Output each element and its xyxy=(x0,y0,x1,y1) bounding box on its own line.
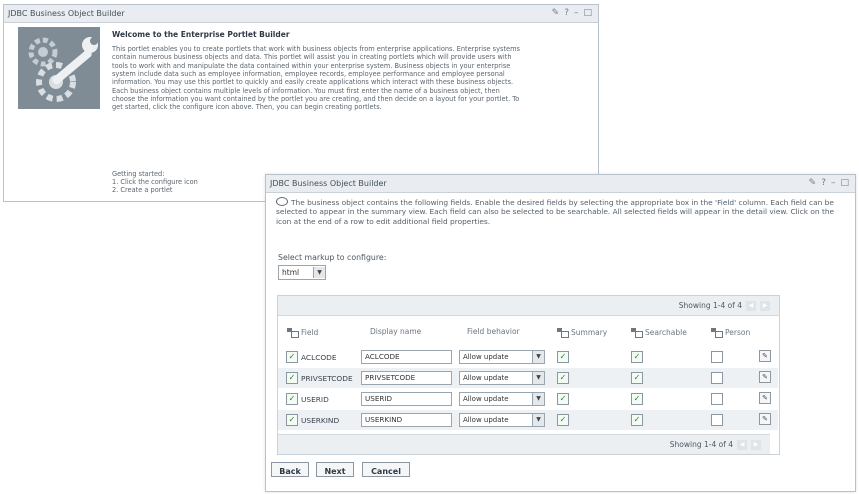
instructions-text: The business object contains the followi… xyxy=(276,198,835,226)
table-row: ✓ USERKIND USERKIND Allow update ▼ ✓ ✓ ✎ xyxy=(278,410,778,430)
field-enabled-checkbox[interactable]: ✓ xyxy=(286,372,298,384)
portlet-titlebar: JDBC Business Object Builder ✎ ? – □ xyxy=(4,5,598,23)
col-person[interactable]: Person xyxy=(711,327,751,338)
cancel-button[interactable]: Cancel xyxy=(362,462,410,477)
next-page-icon[interactable]: ▶ xyxy=(751,439,761,450)
next-button[interactable]: Next xyxy=(316,462,354,477)
table-row: ✓ USERID USERID Allow update ▼ ✓ ✓ ✎ xyxy=(278,389,778,409)
edit-properties-icon[interactable]: ✎ xyxy=(759,413,771,425)
edit-properties-icon[interactable]: ✎ xyxy=(759,350,771,362)
summary-checkbox[interactable]: ✓ xyxy=(557,372,569,384)
field-behavior-select[interactable]: Allow update ▼ xyxy=(459,350,545,364)
field-name: PRIVSETCODE xyxy=(301,374,353,383)
help-icon[interactable]: ? xyxy=(821,179,826,188)
chevron-down-icon[interactable]: ▼ xyxy=(313,267,325,278)
info-bubble-icon xyxy=(276,197,288,206)
table-header: Field Display name Field behavior Summar… xyxy=(278,327,779,341)
person-checkbox[interactable] xyxy=(711,414,723,426)
prev-page-icon[interactable]: ◀ xyxy=(737,439,747,450)
paging-status: Showing 1-4 of 4 xyxy=(678,301,742,310)
col-summary-label: Summary xyxy=(571,328,608,337)
col-display-name: Display name xyxy=(370,327,422,336)
next-page-icon[interactable]: ▶ xyxy=(760,300,770,311)
searchable-checkbox[interactable]: ✓ xyxy=(631,372,643,384)
markup-label: Select markup to configure: xyxy=(278,253,387,262)
configure-icon[interactable]: ✎ xyxy=(552,9,560,18)
field-behavior-select[interactable]: Allow update ▼ xyxy=(459,392,545,406)
summary-checkbox[interactable]: ✓ xyxy=(557,351,569,363)
display-name-input[interactable]: ACLCODE xyxy=(361,350,452,364)
searchable-checkbox[interactable]: ✓ xyxy=(631,414,643,426)
table-paging-bottom: Showing 1-4 of 4 ◀ ▶ xyxy=(278,434,770,454)
paging-status: Showing 1-4 of 4 xyxy=(669,440,733,449)
help-icon[interactable]: ? xyxy=(564,9,569,18)
table-row: ✓ ACLCODE ACLCODE Allow update ▼ ✓ ✓ ✎ xyxy=(278,347,778,367)
back-button[interactable]: Back xyxy=(271,462,309,477)
field-behavior-select[interactable]: Allow update ▼ xyxy=(459,413,545,427)
minimize-icon[interactable]: – xyxy=(831,179,836,188)
sort-icon xyxy=(557,327,569,338)
instructions: The business object contains the followi… xyxy=(276,197,844,226)
field-name: USERKIND xyxy=(301,416,340,425)
field-name: ACLCODE xyxy=(301,353,337,362)
edit-properties-icon[interactable]: ✎ xyxy=(759,371,771,383)
chevron-down-icon[interactable]: ▼ xyxy=(532,414,544,426)
maximize-icon[interactable]: □ xyxy=(840,179,849,188)
searchable-checkbox[interactable]: ✓ xyxy=(631,351,643,363)
edit-properties-icon[interactable]: ✎ xyxy=(759,392,771,404)
field-name: USERID xyxy=(301,395,329,404)
display-name-input[interactable]: USERKIND xyxy=(361,413,452,427)
col-field[interactable]: Field xyxy=(287,327,319,338)
col-person-label: Person xyxy=(725,328,751,337)
field-config-portlet: JDBC Business Object Builder ✎ ? – □ The… xyxy=(265,174,856,492)
sort-icon xyxy=(711,327,723,338)
display-name-input[interactable]: USERID xyxy=(361,392,452,406)
person-checkbox[interactable] xyxy=(711,351,723,363)
col-summary[interactable]: Summary xyxy=(557,327,608,338)
summary-checkbox[interactable]: ✓ xyxy=(557,414,569,426)
col-searchable[interactable]: Searchable xyxy=(631,327,687,338)
searchable-checkbox[interactable]: ✓ xyxy=(631,393,643,405)
chevron-down-icon[interactable]: ▼ xyxy=(532,393,544,405)
field-enabled-checkbox[interactable]: ✓ xyxy=(286,351,298,363)
col-field-behavior: Field behavior xyxy=(467,327,520,336)
fields-table: Showing 1-4 of 4 ◀ ▶ Field Display name … xyxy=(277,295,780,455)
chevron-down-icon[interactable]: ▼ xyxy=(532,372,544,384)
portlet-titlebar: JDBC Business Object Builder ✎ ? – □ xyxy=(266,175,855,193)
table-row: ✓ PRIVSETCODE PRIVSETCODE Allow update ▼ … xyxy=(278,368,778,388)
col-searchable-label: Searchable xyxy=(645,328,687,337)
welcome-description: This portlet enables you to create portl… xyxy=(112,45,520,112)
person-checkbox[interactable] xyxy=(711,372,723,384)
col-field-label: Field xyxy=(301,328,319,337)
portlet-title: JDBC Business Object Builder xyxy=(270,179,387,188)
welcome-heading: Welcome to the Enterprise Portlet Builde… xyxy=(112,30,290,39)
markup-select[interactable]: html ▼ xyxy=(278,265,326,280)
field-behavior-value: Allow update xyxy=(463,395,509,403)
field-enabled-checkbox[interactable]: ✓ xyxy=(286,414,298,426)
configure-icon[interactable]: ✎ xyxy=(809,179,817,188)
prev-page-icon[interactable]: ◀ xyxy=(746,300,756,311)
field-behavior-value: Allow update xyxy=(463,416,509,424)
markup-select-value: html xyxy=(282,268,300,277)
field-behavior-value: Allow update xyxy=(463,353,509,361)
sort-icon xyxy=(287,327,299,338)
field-behavior-select[interactable]: Allow update ▼ xyxy=(459,371,545,385)
portlet-title: JDBC Business Object Builder xyxy=(8,9,125,18)
window-controls: ✎ ? – □ xyxy=(552,9,598,18)
welcome-portlet: JDBC Business Object Builder ✎ ? – □ Wel… xyxy=(3,4,599,202)
table-paging-top: Showing 1-4 of 4 ◀ ▶ xyxy=(278,296,779,316)
person-checkbox[interactable] xyxy=(711,393,723,405)
summary-checkbox[interactable]: ✓ xyxy=(557,393,569,405)
window-controls: ✎ ? – □ xyxy=(809,179,855,188)
minimize-icon[interactable]: – xyxy=(574,9,579,18)
maximize-icon[interactable]: □ xyxy=(583,9,592,18)
field-enabled-checkbox[interactable]: ✓ xyxy=(286,393,298,405)
sort-icon xyxy=(631,327,643,338)
field-behavior-value: Allow update xyxy=(463,374,509,382)
display-name-input[interactable]: PRIVSETCODE xyxy=(361,371,452,385)
chevron-down-icon[interactable]: ▼ xyxy=(532,351,544,363)
gears-wrench-logo-icon xyxy=(18,27,100,109)
